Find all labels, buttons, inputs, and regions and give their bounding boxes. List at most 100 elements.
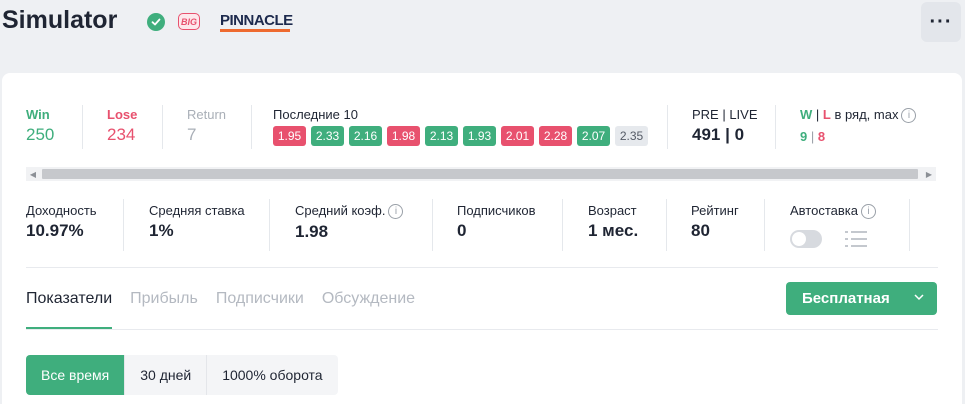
last10-stat: Последние 10 <box>273 107 358 122</box>
horizontal-scrollbar[interactable]: ◀ ▶ <box>26 167 936 181</box>
age-label: Возраст <box>588 203 637 218</box>
filter-all-time[interactable]: Все время <box>26 355 126 395</box>
list-settings-icon[interactable] <box>845 230 867 248</box>
avg-odds-label-text: Средний коэф. <box>295 203 386 218</box>
info-icon[interactable]: i <box>860 204 876 220</box>
win-label: Win <box>26 107 50 122</box>
yield-stat: Доходность 10.97% <box>26 203 97 241</box>
avg-odds-stat: Средний коэф. i 1.98 <box>295 203 404 242</box>
result-chip: 2.16 <box>349 126 382 146</box>
age-stat: Возраст 1 мес. <box>588 203 638 241</box>
verified-check-icon <box>147 13 165 31</box>
scroll-left-icon[interactable]: ◀ <box>26 167 40 181</box>
scroll-right-icon[interactable]: ▶ <box>922 167 936 181</box>
streak-l-label: L <box>822 107 831 122</box>
result-chip: 2.35 <box>615 126 648 146</box>
pre-live-stat: PRE | LIVE 491 | 0 <box>692 107 758 145</box>
bookmaker-logo-underline <box>220 29 290 32</box>
rating-stat: Рейтинг 80 <box>691 203 739 241</box>
avg-odds-label: Средний коэф. i <box>295 203 404 220</box>
subscribers-label: Подписчиков <box>457 203 536 218</box>
more-options-button[interactable]: ··· <box>921 2 961 42</box>
win-stat: Win 250 <box>26 107 54 145</box>
streak-label: W | L в ряд, max i <box>800 107 917 124</box>
result-chip: 2.33 <box>311 126 344 146</box>
yield-value: 10.97% <box>26 221 84 240</box>
result-chip: 2.07 <box>577 126 610 146</box>
streak-label-rest: в ряд, max <box>830 107 899 122</box>
scrollbar-thumb[interactable] <box>42 169 918 179</box>
info-icon[interactable]: i <box>901 108 917 124</box>
page-header: Simulator BIG PINNACLE ··· <box>0 0 965 48</box>
tab-metrics[interactable]: Показатели <box>26 290 113 329</box>
toggle-knob <box>792 232 806 246</box>
autobet-stat: Автоставка i <box>790 203 876 220</box>
divider <box>666 199 667 251</box>
avg-stake-label: Средняя ставка <box>149 203 245 218</box>
lose-value: 234 <box>107 125 136 144</box>
divider <box>432 199 433 251</box>
rating-value: 80 <box>691 221 710 240</box>
streak-l-value: 8 <box>817 129 826 145</box>
return-stat: Return 7 <box>187 107 226 145</box>
period-filter: Все время 30 дней 1000% оборота <box>26 355 338 395</box>
stats-card: Win 250 Lose 234 Return 7 Последние 10 1… <box>2 73 962 404</box>
tabs-divider <box>26 329 938 330</box>
pre-live-label: PRE | LIVE <box>692 107 758 122</box>
autobet-label-text: Автоставка <box>790 203 858 218</box>
divider <box>251 105 252 149</box>
win-value: 250 <box>26 125 55 144</box>
tab-profit[interactable]: Прибыль <box>130 290 198 328</box>
tab-subscribers[interactable]: Подписчики <box>216 290 304 328</box>
filter-30-days[interactable]: 30 дней <box>125 355 208 395</box>
divider <box>82 105 83 149</box>
divider <box>562 199 563 251</box>
streak-w-label: W <box>800 107 813 122</box>
streak-stat: W | L в ряд, max i 9 | 8 <box>800 107 917 144</box>
last10-label: Последние 10 <box>273 107 358 122</box>
streak-value: 9 | 8 <box>800 129 916 144</box>
chevron-down-icon <box>914 294 924 301</box>
yield-label: Доходность <box>26 203 97 218</box>
last10-results: 1.95 2.33 2.16 1.98 2.13 1.93 2.01 2.28 … <box>273 126 648 146</box>
autobet-label: Автоставка i <box>790 203 876 220</box>
plan-label: Бесплатная <box>802 290 890 307</box>
result-chip: 2.28 <box>539 126 572 146</box>
divider <box>909 199 910 251</box>
result-chip: 2.01 <box>501 126 534 146</box>
plan-dropdown-button[interactable]: Бесплатная <box>786 282 937 315</box>
result-chip: 1.95 <box>273 126 306 146</box>
result-chip: 1.98 <box>387 126 420 146</box>
pre-live-value: 491 | 0 <box>692 125 745 144</box>
rating-label: Рейтинг <box>691 203 739 218</box>
autobet-toggle[interactable] <box>790 230 822 248</box>
page-title: Simulator <box>2 6 118 34</box>
bookmaker-logo: PINNACLE <box>220 12 293 29</box>
return-value: 7 <box>187 125 197 144</box>
avg-stake-value: 1% <box>149 221 174 240</box>
avg-odds-value: 1.98 <box>295 222 329 242</box>
subscribers-stat: Подписчиков 0 <box>457 203 536 241</box>
divider <box>162 105 163 149</box>
tab-bar: Показатели Прибыль Подписчики Обсуждение <box>26 290 433 329</box>
section-divider <box>26 267 938 268</box>
divider <box>269 199 270 251</box>
age-value: 1 мес. <box>588 221 639 240</box>
divider <box>667 105 668 149</box>
big-badge: BIG <box>178 13 200 30</box>
streak-value-separator: | <box>807 129 818 145</box>
info-icon[interactable]: i <box>388 204 404 220</box>
divider <box>123 199 124 251</box>
divider <box>775 105 776 149</box>
filter-1000-turnover[interactable]: 1000% оборота <box>207 355 337 395</box>
avg-stake-stat: Средняя ставка 1% <box>149 203 245 241</box>
result-chip: 1.93 <box>463 126 496 146</box>
tab-discussion[interactable]: Обсуждение <box>322 290 415 328</box>
lose-label: Lose <box>107 107 138 122</box>
return-label: Return <box>187 107 227 122</box>
streak-separator: | <box>812 107 823 122</box>
divider <box>764 199 765 251</box>
subscribers-value: 0 <box>457 221 467 240</box>
result-chip: 2.13 <box>425 126 458 146</box>
lose-stat: Lose 234 <box>107 107 137 145</box>
